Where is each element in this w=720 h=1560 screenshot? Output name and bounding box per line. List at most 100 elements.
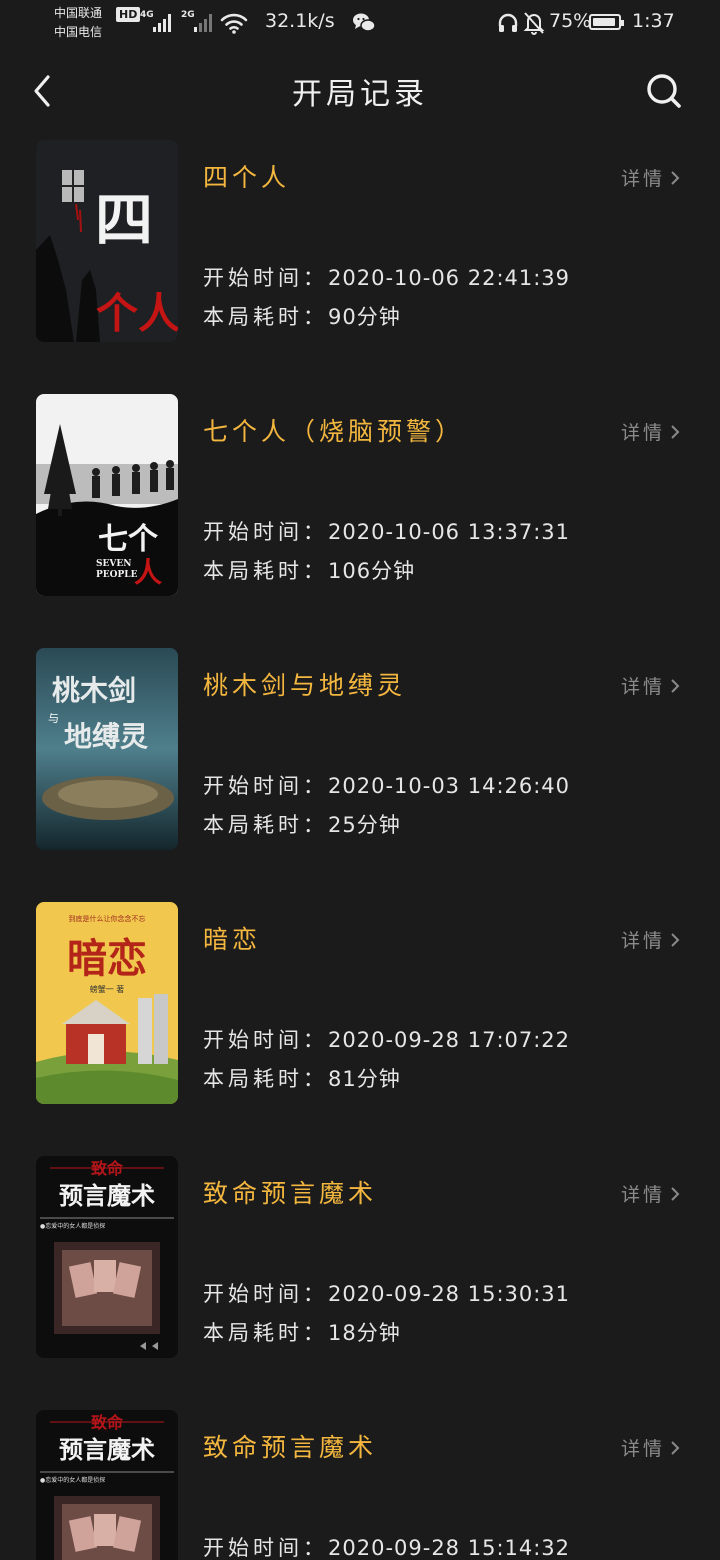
cover-subtitle: PEOPLE <box>96 570 138 580</box>
headset-icon <box>498 13 518 32</box>
detail-label: 详情 <box>621 1184 666 1206</box>
start-time-value: 2020-10-06 13:37:31 <box>328 520 571 544</box>
search-icon <box>647 74 681 108</box>
cover-title: 地缚灵 <box>64 720 148 753</box>
cover-title: 暗恋 <box>67 936 147 982</box>
start-time-label: 开始时间： <box>203 266 328 290</box>
record-item[interactable]: 桃木剑 与 地缚灵 桃木剑与地缚灵 详情 开始时间：2020-10-03 14:… <box>0 648 720 850</box>
start-time-row: 开始时间：2020-10-06 22:41:39 <box>203 262 570 292</box>
carrier-1: 中国联通 <box>54 6 103 20</box>
start-time-value: 2020-10-06 22:41:39 <box>328 266 571 290</box>
duration-row: 本局耗时：90分钟 <box>203 301 401 331</box>
cover-title: 桃木剑 <box>52 674 136 707</box>
cover-title: 个人 <box>96 289 178 338</box>
chevron-right-icon <box>671 170 680 185</box>
start-time-value: 2020-09-28 15:30:31 <box>328 1282 571 1306</box>
start-time-label: 开始时间： <box>203 1282 328 1306</box>
search-button[interactable] <box>640 67 690 117</box>
start-time-row: 开始时间：2020-10-03 14:26:40 <box>203 770 570 800</box>
chevron-right-icon <box>671 1186 680 1201</box>
start-time-label: 开始时间： <box>203 1028 328 1052</box>
record-item[interactable]: 致命 预言魔术 ●恋爱中的女人都是侦探 致命预言魔术 详情 开始时间：2020-… <box>0 1156 720 1358</box>
detail-label: 详情 <box>621 930 666 952</box>
duration-value: 25分钟 <box>328 813 401 837</box>
record-title: 致命预言魔术 <box>203 1433 378 1462</box>
cover-subtitle: 到底是什么让你念念不忘 <box>69 914 146 923</box>
detail-label: 详情 <box>621 1438 666 1460</box>
detail-link[interactable]: 详情 <box>621 672 681 699</box>
detail-link[interactable]: 详情 <box>621 1434 681 1461</box>
cover-title: 四 <box>95 186 153 254</box>
detail-label: 详情 <box>621 676 666 698</box>
start-time-row: 开始时间：2020-09-28 17:07:22 <box>203 1024 570 1054</box>
wifi-icon <box>220 13 248 34</box>
start-time-value: 2020-09-28 17:07:22 <box>328 1028 571 1052</box>
wechat-icon <box>353 13 376 32</box>
record-item[interactable]: 七个 人 SEVEN PEOPLE 七个人（烧脑预警） 详情 开始时间：2020… <box>0 394 720 596</box>
cover-title: 预言魔术 <box>59 1182 155 1210</box>
record-title: 四个人 <box>203 163 291 192</box>
record-title: 七个人（烧脑预警） <box>203 417 465 446</box>
cover-image: 致命 预言魔术 ●恋爱中的女人都是侦探 <box>36 1410 178 1560</box>
duration-row: 本局耗时：18分钟 <box>203 1317 401 1347</box>
cover-subtitle: 与 <box>48 712 59 725</box>
record-item[interactable]: 致命 预言魔术 ●恋爱中的女人都是侦探 致命预言魔术 详情 开始时间：2020-… <box>0 1410 720 1560</box>
start-time-label: 开始时间： <box>203 774 328 798</box>
page-title: 开局记录 <box>292 77 428 112</box>
duration-label: 本局耗时： <box>203 305 328 329</box>
start-time-row: 开始时间：2020-09-28 15:14:32 <box>203 1532 570 1560</box>
battery-percent: 75% <box>549 10 592 32</box>
cover-title: 预言魔术 <box>59 1436 155 1464</box>
app-screen: 中国联通 中国电信 HD 4G 2G 32.1k/s 75% 1:37 开局记录… <box>0 0 720 1560</box>
duration-label: 本局耗时： <box>203 813 328 837</box>
detail-link[interactable]: 详情 <box>621 1180 681 1207</box>
top-app-bar: 开局记录 <box>0 55 720 125</box>
cover-image: 到底是什么让你念念不忘 暗恋 螃蟹一 著 <box>36 902 178 1104</box>
record-title: 致命预言魔术 <box>203 1179 378 1208</box>
duration-value: 106分钟 <box>328 559 416 583</box>
carrier-names: 中国联通 中国电信 <box>54 4 102 42</box>
record-item[interactable]: 到底是什么让你念念不忘 暗恋 螃蟹一 著 暗恋 详情 开始时间：2020-09-… <box>0 902 720 1104</box>
chevron-right-icon <box>671 932 680 947</box>
cover-image: 致命 预言魔术 ●恋爱中的女人都是侦探 <box>36 1156 178 1358</box>
start-time-value: 2020-10-03 14:26:40 <box>328 774 571 798</box>
cover-title: 人 <box>134 556 162 589</box>
detail-link[interactable]: 详情 <box>621 926 681 953</box>
start-time-value: 2020-09-28 15:14:32 <box>328 1536 571 1560</box>
record-title: 暗恋 <box>203 925 262 954</box>
cover-subtitle: ●恋爱中的女人都是侦探 <box>40 1476 105 1484</box>
network-type-1: 4G <box>140 10 154 20</box>
duration-row: 本局耗时：25分钟 <box>203 809 401 839</box>
duration-value: 81分钟 <box>328 1067 401 1091</box>
start-time-label: 开始时间： <box>203 520 328 544</box>
cover-subtitle: SEVEN <box>96 559 131 569</box>
cover-subtitle: ●恋爱中的女人都是侦探 <box>40 1222 105 1230</box>
cover-image: 七个 人 SEVEN PEOPLE <box>36 394 178 596</box>
detail-link[interactable]: 详情 <box>621 418 681 445</box>
chevron-right-icon <box>671 424 680 439</box>
clock: 1:37 <box>632 10 675 32</box>
mute-bell-icon <box>523 12 545 35</box>
hd-badge: HD <box>116 7 141 22</box>
status-bar: 中国联通 中国电信 HD 4G 2G 32.1k/s 75% 1:37 <box>0 0 720 48</box>
start-time-row: 开始时间：2020-09-28 15:30:31 <box>203 1278 570 1308</box>
duration-value: 18分钟 <box>328 1321 401 1345</box>
start-time-row: 开始时间：2020-10-06 13:37:31 <box>203 516 570 546</box>
duration-label: 本局耗时： <box>203 559 328 583</box>
detail-label: 详情 <box>621 422 666 444</box>
duration-value: 90分钟 <box>328 305 401 329</box>
duration-row: 本局耗时：106分钟 <box>203 555 415 585</box>
network-type-2: 2G <box>181 10 195 20</box>
chevron-right-icon <box>671 1440 680 1455</box>
cover-title: 七个 <box>98 522 159 557</box>
detail-label: 详情 <box>621 168 666 190</box>
cover-author: 螃蟹一 著 <box>90 984 125 994</box>
chevron-right-icon <box>671 678 680 693</box>
record-title: 桃木剑与地缚灵 <box>203 671 407 700</box>
duration-label: 本局耗时： <box>203 1067 328 1091</box>
cover-image: 四 个人 <box>36 140 178 342</box>
start-time-label: 开始时间： <box>203 1536 328 1560</box>
record-item[interactable]: 四 个人 四个人 详情 开始时间：2020-10-06 22:41:39 本局耗… <box>0 140 720 342</box>
detail-link[interactable]: 详情 <box>621 164 681 191</box>
carrier-2: 中国电信 <box>54 25 103 39</box>
